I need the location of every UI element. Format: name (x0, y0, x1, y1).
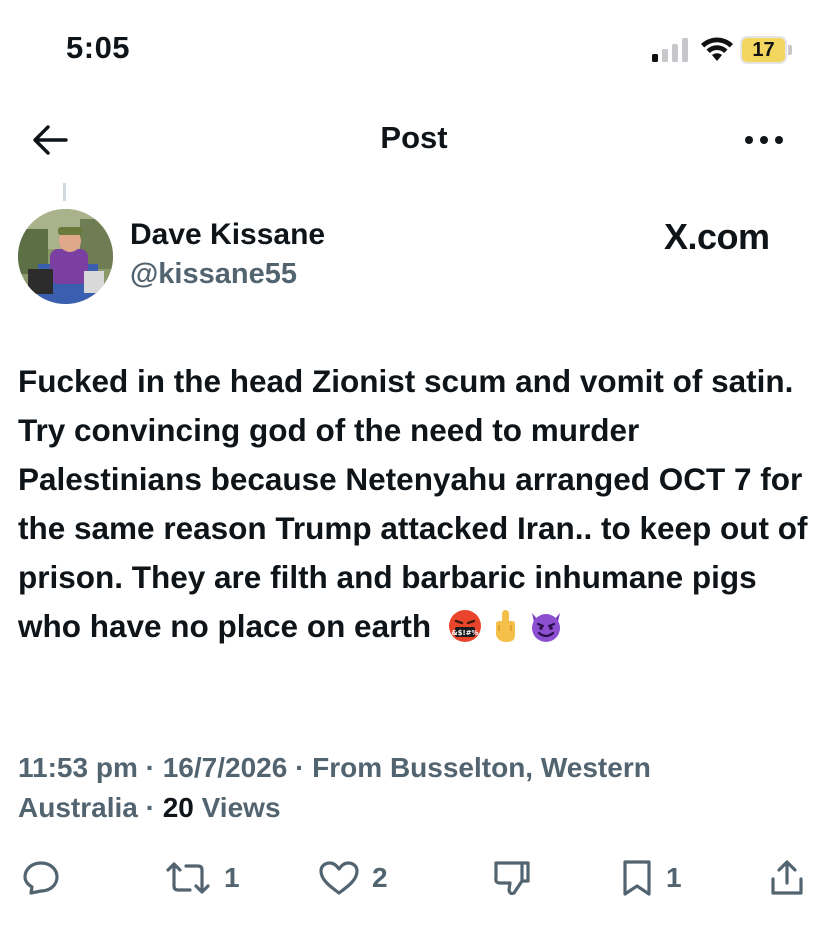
wifi-icon (701, 37, 733, 61)
more-options-button[interactable] (742, 128, 786, 152)
thumbs-down-icon (494, 861, 530, 896)
battery-cap (788, 45, 792, 55)
bookmark-count: 1 (666, 862, 682, 893)
retweet-button[interactable]: 1 (164, 856, 240, 900)
location-suffix: Australia · (18, 792, 163, 823)
avatar-image (18, 209, 113, 304)
more-horizontal-icon (745, 136, 783, 144)
post-body: Fucked in the head Zionist scum and vomi… (18, 363, 808, 644)
status-bar: 5:05 17 (0, 0, 828, 100)
middle-finger-emoji-icon (495, 610, 515, 642)
views-label[interactable]: Views (194, 792, 281, 823)
battery-level: 17 (752, 39, 775, 61)
nav-bar: Post (0, 110, 828, 170)
cellular-signal-icon (652, 38, 688, 62)
thread-connector-line (63, 183, 66, 201)
post-location-views: Australia · 20 Views (18, 788, 808, 828)
cursing-face-emoji-icon: &$!#% (448, 610, 481, 642)
like-button[interactable]: 2 (318, 856, 388, 900)
smiling-devil-emoji-icon (531, 613, 560, 642)
battery-indicator: 17 (740, 36, 792, 64)
svg-text:&$!#%: &$!#% (451, 629, 478, 637)
bookmark-icon (623, 860, 651, 896)
post-actions-bar: 1 2 1 (0, 856, 828, 906)
downvote-button[interactable] (492, 856, 532, 900)
avatar[interactable] (18, 209, 113, 304)
reply-icon (23, 861, 59, 895)
status-time: 5:05 (66, 30, 131, 65)
page-title: Post (380, 120, 448, 155)
share-button[interactable] (768, 856, 806, 900)
post-meta: 11:53 pm · 16/7/2026 · From Busselton, W… (18, 748, 808, 828)
views-count[interactable]: 20 (163, 792, 194, 823)
post-text: Fucked in the head Zionist scum and vomi… (18, 357, 818, 651)
retweet-icon (166, 862, 210, 894)
author-name[interactable]: Dave Kissane (130, 218, 325, 252)
author-handle[interactable]: @kissane55 (130, 258, 297, 291)
like-count: 2 (372, 862, 388, 893)
heart-icon (319, 861, 359, 895)
bookmark-button[interactable]: 1 (620, 856, 682, 900)
share-icon (771, 860, 803, 895)
source-label: X.com (664, 216, 770, 257)
reply-button[interactable] (22, 856, 72, 900)
post-timestamp-location: 11:53 pm · 16/7/2026 · From Busselton, W… (18, 752, 651, 783)
post-emojis: &$!#% (448, 609, 564, 643)
retweet-count: 1 (224, 862, 240, 893)
